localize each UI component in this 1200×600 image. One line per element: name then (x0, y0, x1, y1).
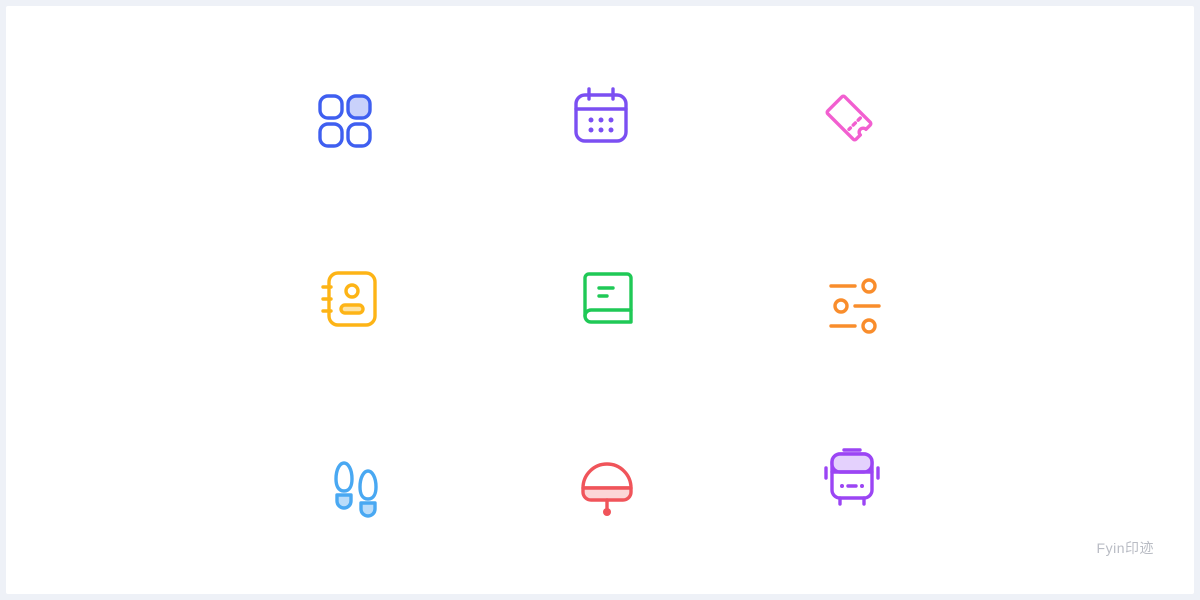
calendar-icon (569, 85, 633, 149)
ticket-icon (817, 86, 881, 150)
footprints-icon (324, 457, 388, 521)
grid-apps-icon (313, 89, 377, 153)
sliders-settings-icon (823, 274, 887, 338)
book-icon (575, 268, 639, 332)
watermark-text: Fyin印迹 (1096, 540, 1154, 556)
canvas: Fyin印迹 (6, 6, 1194, 594)
contact-book-icon (317, 267, 381, 331)
bus-icon (820, 446, 884, 510)
service-bell-icon (575, 454, 639, 518)
